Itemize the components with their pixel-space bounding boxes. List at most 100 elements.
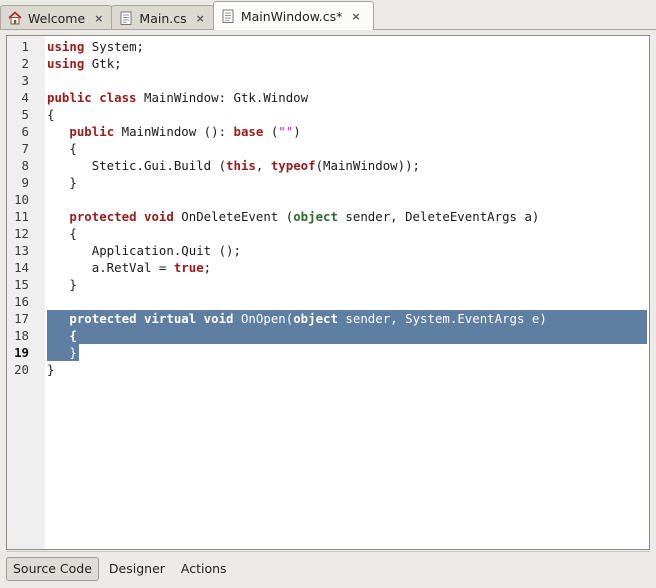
line-number: 10 [14, 192, 29, 207]
code-line[interactable]: 16 [7, 293, 649, 310]
code-line[interactable]: 9 } [7, 174, 649, 191]
line-number: 20 [14, 362, 29, 377]
code-line[interactable]: 5{ [7, 106, 649, 123]
code-line[interactable]: 20} [7, 361, 649, 378]
code-text: { [47, 140, 77, 157]
code-text: Stetic.Gui.Build (this, typeof(MainWindo… [47, 157, 420, 174]
line-number: 6 [21, 124, 29, 139]
view-tab-actions[interactable]: Actions [175, 557, 233, 581]
line-number: 18 [14, 328, 29, 343]
code-text: using Gtk; [47, 55, 122, 72]
line-number: 11 [14, 209, 29, 224]
code-token: a.RetVal = [47, 260, 174, 275]
code-text: } [47, 361, 54, 378]
home-icon [8, 11, 22, 25]
string-token: "" [278, 124, 294, 139]
code-line[interactable]: 4 public class MainWindow: Gtk.Window [7, 89, 649, 106]
code-token: ; [203, 260, 212, 275]
code-text: } [47, 344, 77, 361]
keyword-token: using [47, 56, 85, 71]
line-number: 4 [21, 90, 29, 105]
keyword-token: { [69, 328, 77, 343]
code-text: public class MainWindow: Gtk.Window [47, 89, 308, 106]
code-line[interactable]: 1 using System; [7, 38, 649, 55]
code-text: { [47, 106, 54, 123]
code-token: System; [84, 39, 144, 54]
view-switcher-bar: Source Code Designer Actions [6, 555, 650, 582]
code-token: { [47, 107, 55, 122]
keyword-token: this [226, 158, 256, 173]
code-text: a.RetVal = true; [47, 259, 211, 276]
code-line[interactable]: 19 } [7, 344, 649, 361]
line-number: 8 [21, 158, 29, 173]
keyword-token: typeof [270, 158, 316, 173]
code-text: protected virtual void OnOpen(object sen… [47, 310, 547, 327]
keyword-token: public class [47, 90, 137, 105]
document-icon [119, 11, 133, 25]
line-number: 12 [14, 226, 29, 241]
code-token: sender, System.EventArgs e) [337, 311, 547, 326]
code-text: { [47, 327, 77, 344]
keyword-token: true [173, 260, 204, 275]
keyword-token: protected virtual void [69, 311, 234, 326]
tab-mainwindow-cs[interactable]: MainWindow.cs* × [212, 1, 374, 30]
code-editor[interactable]: 1 using System; 2 using Gtk; 3 4 public class … [6, 35, 650, 550]
code-line[interactable]: 3 [7, 72, 649, 89]
code-token: { [47, 226, 77, 241]
code-token: ) [293, 124, 301, 139]
line-number: 15 [14, 277, 29, 292]
tab-label: Welcome [28, 10, 86, 26]
code-line[interactable]: 17 protected virtual void OnOpen(object … [7, 310, 649, 327]
tab-main-cs[interactable]: Main.cs × [111, 5, 214, 30]
keyword-token: object [293, 311, 338, 326]
code-token: (MainWindow)); [315, 158, 421, 173]
code-token: sender, DeleteEventArgs a) [337, 209, 540, 224]
code-token: } [47, 277, 77, 292]
code-line[interactable]: 6 public MainWindow (): base ("") [7, 123, 649, 140]
code-line[interactable]: 10 [7, 191, 649, 208]
code-token: ( [263, 124, 279, 139]
line-number: 2 [21, 56, 29, 71]
code-token: MainWindow (): [114, 124, 234, 139]
close-icon[interactable]: × [196, 12, 205, 25]
line-number: 5 [21, 107, 29, 122]
code-line[interactable]: 8 Stetic.Gui.Build (this, typeof(MainWin… [7, 157, 649, 174]
code-text: } [47, 276, 77, 293]
code-token: Stetic.Gui.Build ( [47, 158, 227, 173]
code-token: MainWindow: Gtk.Window [136, 90, 309, 105]
code-line[interactable]: 2 using Gtk; [7, 55, 649, 72]
code-line[interactable]: 18 { [7, 327, 649, 344]
close-icon[interactable]: × [351, 10, 360, 23]
code-line[interactable]: 14 a.RetVal = true; [7, 259, 649, 276]
code-token: } [47, 345, 77, 360]
line-number: 16 [14, 294, 29, 309]
code-line[interactable]: 11 protected void OnDeleteEvent (object … [7, 208, 649, 225]
bottom-divider [6, 551, 650, 552]
view-tab-source-code[interactable]: Source Code [6, 556, 99, 581]
keyword-token: public [69, 124, 115, 139]
code-text: using System; [47, 38, 144, 55]
code-line[interactable]: 13 Application.Quit (); [7, 242, 649, 259]
type-token: object [293, 209, 338, 224]
code-text: Application.Quit (); [47, 242, 241, 259]
selection-highlight [47, 327, 647, 344]
code-line[interactable]: 15 } [7, 276, 649, 293]
tab-welcome[interactable]: Welcome × [0, 5, 113, 30]
code-token: } [47, 362, 55, 377]
line-number: 13 [14, 243, 29, 258]
line-number: 7 [21, 141, 29, 156]
code-line[interactable]: 12 { [7, 225, 649, 242]
code-text: protected void OnDeleteEvent (object sen… [47, 208, 539, 225]
close-icon[interactable]: × [94, 12, 103, 25]
keyword-token: base [233, 124, 264, 139]
code-text: } [47, 174, 76, 191]
code-token: Gtk; [84, 56, 122, 71]
code-token: { [47, 141, 77, 156]
code-line[interactable]: 7 { [7, 140, 649, 157]
view-tab-designer[interactable]: Designer [103, 557, 171, 581]
keyword-token: using [47, 39, 85, 54]
line-number: 17 [14, 311, 29, 326]
